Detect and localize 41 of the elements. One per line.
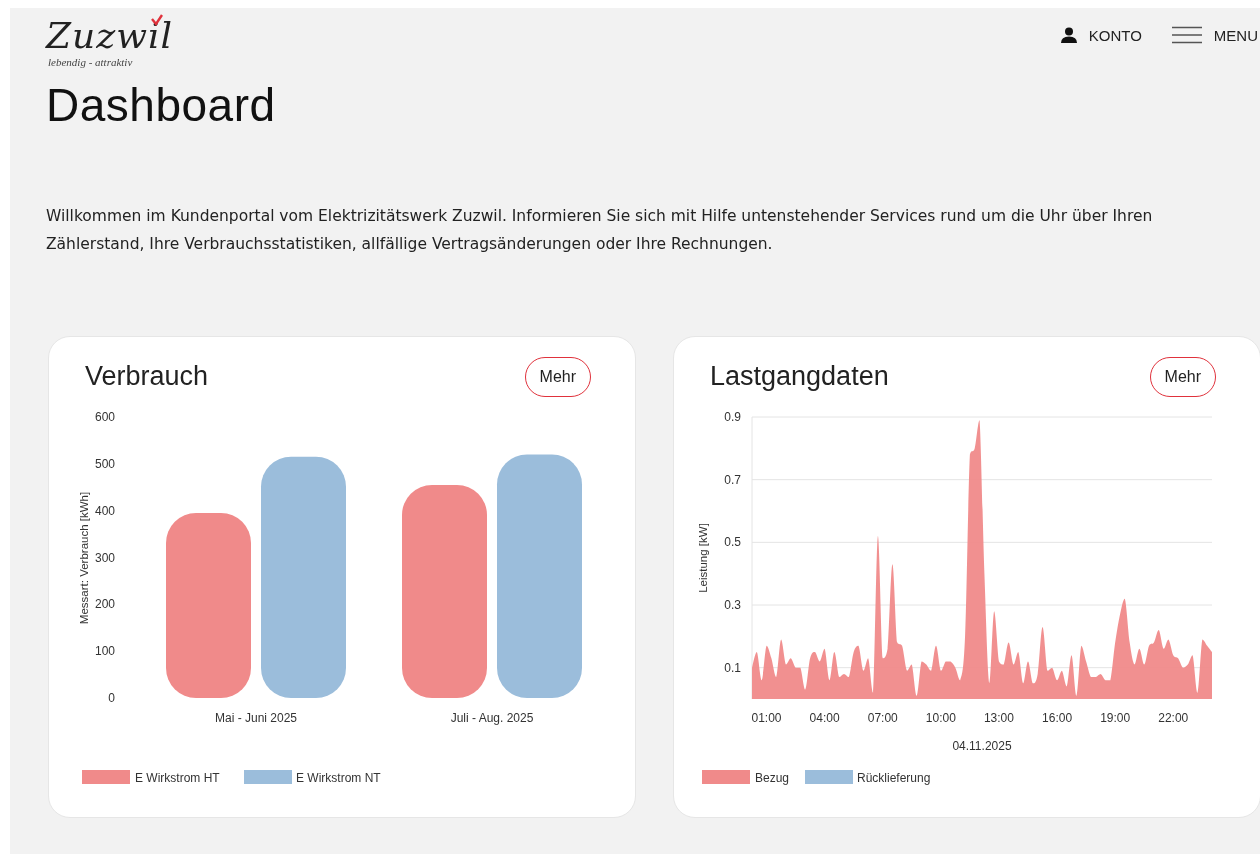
axis-tick-label: 0.9 <box>724 410 741 424</box>
menu-button[interactable]: MENU <box>1171 26 1260 44</box>
axis-tick-label: 22:00 <box>1158 711 1189 725</box>
axis-title: Messart: Verbrauch [kWh] <box>78 491 90 625</box>
axis-tick-label: 16:00 <box>1042 711 1073 725</box>
intro-text: Willkommen im Kundenportal vom Elektrizitätswerk Zuzwil. Informieren Sie sich mit Hilfe untenstehender Services rund um die Uhr über Ihren Zählerstand, Ihre Verbrauchsstatistiken, allfällige Vertragsänderungen oder Ihre Rechnungen. <box>46 206 1154 255</box>
logo-tagline: lebendig - attraktiv <box>48 56 134 68</box>
axis-title: Leistung [kW] <box>697 523 709 593</box>
axis-tick-label: 300 <box>94 550 115 565</box>
axis-title: 04.11.2025 <box>952 739 1012 753</box>
legend-label: E Wirkstrom HT <box>135 771 220 785</box>
axis-tick-label: 0.3 <box>724 598 741 612</box>
more-button[interactable]: Mehr <box>524 357 591 397</box>
more-button[interactable]: Mehr <box>1149 357 1216 397</box>
axis-tick-label: 13:00 <box>983 711 1014 725</box>
legend-label: Rücklieferung <box>857 771 931 785</box>
axis-tick-label: 0.5 <box>724 535 741 550</box>
axis-tick-label: 0 <box>108 691 115 705</box>
axis-tick-label: Juli - Aug. 2025 <box>450 711 534 725</box>
account-link[interactable]: KONTO <box>1060 26 1142 44</box>
axis-tick-label: 04:00 <box>809 711 840 725</box>
axis-tick-label: 100 <box>94 644 115 659</box>
axis-tick-label: 0.1 <box>724 660 741 675</box>
card-title: Verbrauch <box>85 360 209 392</box>
page-title: Dashboard <box>46 78 277 132</box>
axis-tick-label: 19:00 <box>1100 711 1131 725</box>
axis-tick-label: Mai - Juni 2025 <box>215 711 297 725</box>
axis-tick-label: 600 <box>94 410 115 424</box>
card-title: Lastgangdaten <box>710 360 889 392</box>
axis-tick-label: 500 <box>94 456 115 471</box>
menu-icon <box>1171 26 1202 44</box>
axis-tick-label: 01:00 <box>751 711 782 725</box>
axis-tick-label: 10:00 <box>925 711 956 725</box>
user-icon <box>1060 27 1077 43</box>
axis-tick-label: 200 <box>94 597 115 612</box>
legend-label: E Wirkstrom NT <box>296 771 381 785</box>
legend-label: Bezug <box>755 771 790 785</box>
axis-tick-label: 400 <box>94 503 115 518</box>
logo-wordmark[interactable]: Zuzwil <box>46 16 173 56</box>
axis-tick-label: 0.7 <box>724 472 741 487</box>
axis-tick-label: 07:00 <box>867 711 898 725</box>
